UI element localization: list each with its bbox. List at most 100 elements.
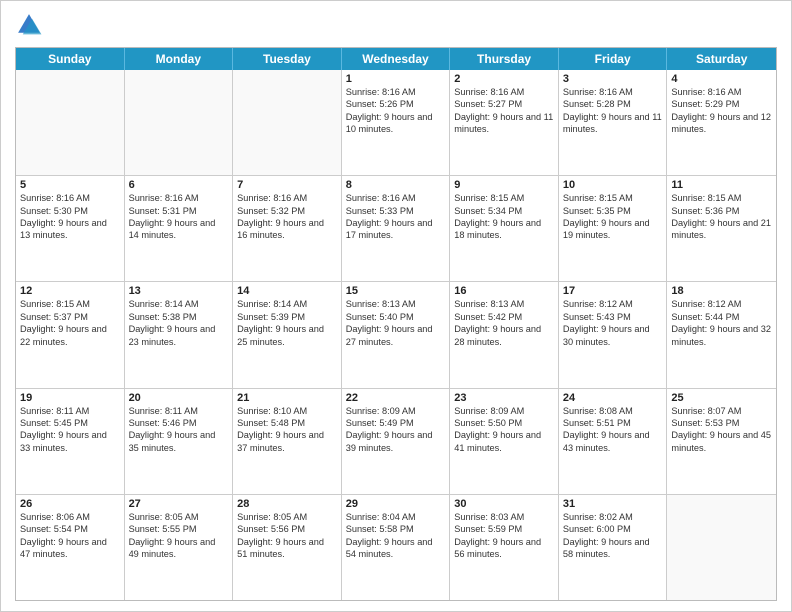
daylight-text: Daylight: 9 hours and 22 minutes. — [20, 323, 120, 348]
day-cell-5: 5Sunrise: 8:16 AMSunset: 5:30 PMDaylight… — [16, 176, 125, 281]
empty-cell — [667, 495, 776, 600]
day-number: 30 — [454, 498, 554, 510]
calendar-header: SundayMondayTuesdayWednesdayThursdayFrid… — [16, 48, 776, 70]
sunrise-text: Sunrise: 8:11 AM — [129, 405, 229, 417]
sunset-text: Sunset: 5:40 PM — [346, 311, 446, 323]
sunrise-text: Sunrise: 8:11 AM — [20, 405, 120, 417]
day-number: 27 — [129, 498, 229, 510]
daylight-text: Daylight: 9 hours and 51 minutes. — [237, 536, 337, 561]
sunrise-text: Sunrise: 8:16 AM — [129, 192, 229, 204]
day-number: 9 — [454, 179, 554, 191]
day-number: 5 — [20, 179, 120, 191]
sunrise-text: Sunrise: 8:16 AM — [20, 192, 120, 204]
daylight-text: Daylight: 9 hours and 30 minutes. — [563, 323, 663, 348]
day-number: 1 — [346, 73, 446, 85]
sunset-text: Sunset: 5:30 PM — [20, 205, 120, 217]
day-cell-28: 28Sunrise: 8:05 AMSunset: 5:56 PMDayligh… — [233, 495, 342, 600]
header-day-saturday: Saturday — [667, 48, 776, 70]
day-number: 17 — [563, 285, 663, 297]
sunset-text: Sunset: 5:34 PM — [454, 205, 554, 217]
day-cell-27: 27Sunrise: 8:05 AMSunset: 5:55 PMDayligh… — [125, 495, 234, 600]
day-number: 28 — [237, 498, 337, 510]
sunset-text: Sunset: 5:36 PM — [671, 205, 772, 217]
sunset-text: Sunset: 5:37 PM — [20, 311, 120, 323]
sunrise-text: Sunrise: 8:13 AM — [454, 298, 554, 310]
sunrise-text: Sunrise: 8:15 AM — [671, 192, 772, 204]
sunset-text: Sunset: 5:58 PM — [346, 523, 446, 535]
daylight-text: Daylight: 9 hours and 49 minutes. — [129, 536, 229, 561]
daylight-text: Daylight: 9 hours and 54 minutes. — [346, 536, 446, 561]
sunset-text: Sunset: 5:54 PM — [20, 523, 120, 535]
sunrise-text: Sunrise: 8:02 AM — [563, 511, 663, 523]
sunrise-text: Sunrise: 8:16 AM — [454, 86, 554, 98]
header-day-sunday: Sunday — [16, 48, 125, 70]
week-row-2: 5Sunrise: 8:16 AMSunset: 5:30 PMDaylight… — [16, 176, 776, 282]
daylight-text: Daylight: 9 hours and 43 minutes. — [563, 429, 663, 454]
header-day-thursday: Thursday — [450, 48, 559, 70]
day-number: 20 — [129, 392, 229, 404]
header-day-wednesday: Wednesday — [342, 48, 451, 70]
daylight-text: Daylight: 9 hours and 45 minutes. — [671, 429, 772, 454]
header — [15, 11, 777, 39]
day-cell-12: 12Sunrise: 8:15 AMSunset: 5:37 PMDayligh… — [16, 282, 125, 387]
daylight-text: Daylight: 9 hours and 27 minutes. — [346, 323, 446, 348]
day-number: 15 — [346, 285, 446, 297]
day-cell-4: 4Sunrise: 8:16 AMSunset: 5:29 PMDaylight… — [667, 70, 776, 175]
day-cell-18: 18Sunrise: 8:12 AMSunset: 5:44 PMDayligh… — [667, 282, 776, 387]
week-row-1: 1Sunrise: 8:16 AMSunset: 5:26 PMDaylight… — [16, 70, 776, 176]
empty-cell — [233, 70, 342, 175]
day-cell-6: 6Sunrise: 8:16 AMSunset: 5:31 PMDaylight… — [125, 176, 234, 281]
day-number: 24 — [563, 392, 663, 404]
day-cell-22: 22Sunrise: 8:09 AMSunset: 5:49 PMDayligh… — [342, 389, 451, 494]
logo — [15, 11, 47, 39]
page: SundayMondayTuesdayWednesdayThursdayFrid… — [0, 0, 792, 612]
day-cell-19: 19Sunrise: 8:11 AMSunset: 5:45 PMDayligh… — [16, 389, 125, 494]
daylight-text: Daylight: 9 hours and 58 minutes. — [563, 536, 663, 561]
day-number: 23 — [454, 392, 554, 404]
daylight-text: Daylight: 9 hours and 21 minutes. — [671, 217, 772, 242]
sunset-text: Sunset: 5:51 PM — [563, 417, 663, 429]
day-cell-20: 20Sunrise: 8:11 AMSunset: 5:46 PMDayligh… — [125, 389, 234, 494]
day-number: 22 — [346, 392, 446, 404]
daylight-text: Daylight: 9 hours and 41 minutes. — [454, 429, 554, 454]
sunrise-text: Sunrise: 8:08 AM — [563, 405, 663, 417]
sunset-text: Sunset: 5:49 PM — [346, 417, 446, 429]
day-number: 3 — [563, 73, 663, 85]
sunrise-text: Sunrise: 8:15 AM — [454, 192, 554, 204]
daylight-text: Daylight: 9 hours and 11 minutes. — [563, 111, 663, 136]
sunset-text: Sunset: 5:32 PM — [237, 205, 337, 217]
sunrise-text: Sunrise: 8:12 AM — [563, 298, 663, 310]
day-cell-1: 1Sunrise: 8:16 AMSunset: 5:26 PMDaylight… — [342, 70, 451, 175]
day-number: 6 — [129, 179, 229, 191]
sunset-text: Sunset: 5:27 PM — [454, 98, 554, 110]
day-cell-31: 31Sunrise: 8:02 AMSunset: 6:00 PMDayligh… — [559, 495, 668, 600]
header-day-tuesday: Tuesday — [233, 48, 342, 70]
sunrise-text: Sunrise: 8:06 AM — [20, 511, 120, 523]
sunrise-text: Sunrise: 8:15 AM — [563, 192, 663, 204]
day-cell-21: 21Sunrise: 8:10 AMSunset: 5:48 PMDayligh… — [233, 389, 342, 494]
day-number: 10 — [563, 179, 663, 191]
sunset-text: Sunset: 5:35 PM — [563, 205, 663, 217]
sunrise-text: Sunrise: 8:14 AM — [129, 298, 229, 310]
day-cell-25: 25Sunrise: 8:07 AMSunset: 5:53 PMDayligh… — [667, 389, 776, 494]
day-number: 12 — [20, 285, 120, 297]
header-day-friday: Friday — [559, 48, 668, 70]
daylight-text: Daylight: 9 hours and 35 minutes. — [129, 429, 229, 454]
day-number: 16 — [454, 285, 554, 297]
day-cell-30: 30Sunrise: 8:03 AMSunset: 5:59 PMDayligh… — [450, 495, 559, 600]
daylight-text: Daylight: 9 hours and 16 minutes. — [237, 217, 337, 242]
empty-cell — [125, 70, 234, 175]
day-number: 29 — [346, 498, 446, 510]
sunset-text: Sunset: 5:53 PM — [671, 417, 772, 429]
day-cell-16: 16Sunrise: 8:13 AMSunset: 5:42 PMDayligh… — [450, 282, 559, 387]
daylight-text: Daylight: 9 hours and 56 minutes. — [454, 536, 554, 561]
sunset-text: Sunset: 5:42 PM — [454, 311, 554, 323]
day-number: 26 — [20, 498, 120, 510]
sunset-text: Sunset: 5:45 PM — [20, 417, 120, 429]
day-number: 8 — [346, 179, 446, 191]
daylight-text: Daylight: 9 hours and 13 minutes. — [20, 217, 120, 242]
day-number: 2 — [454, 73, 554, 85]
sunrise-text: Sunrise: 8:16 AM — [671, 86, 772, 98]
day-cell-10: 10Sunrise: 8:15 AMSunset: 5:35 PMDayligh… — [559, 176, 668, 281]
calendar: SundayMondayTuesdayWednesdayThursdayFrid… — [15, 47, 777, 601]
